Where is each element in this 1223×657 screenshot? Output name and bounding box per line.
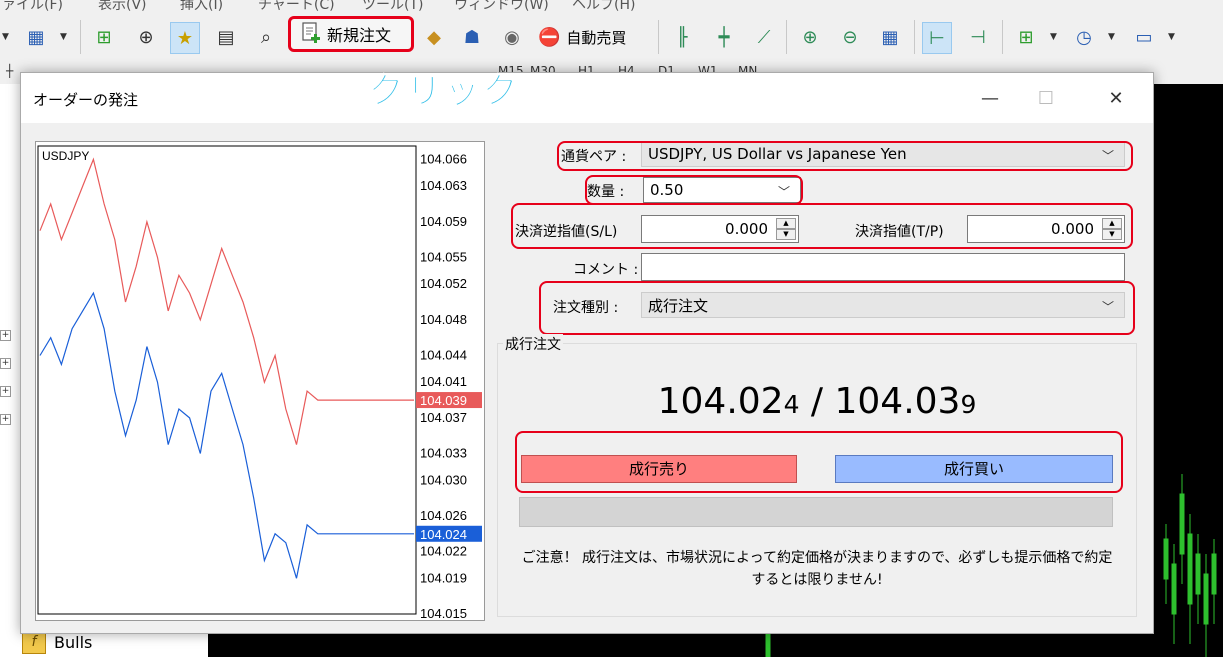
- new-order-icon: [301, 22, 321, 46]
- navigator-icon[interactable]: ▤: [212, 22, 240, 52]
- ask-price-last-digit: 9: [960, 390, 977, 419]
- navigator-item-label: Bulls: [54, 632, 93, 652]
- main-toolbar: ▼ ▦ ▼ ⊞ ⊕ ★ ▤ ⌕ 新規注文 ◆ ☗ ◉ ⛔ 自動売買 ╟ ┿ ⟋ …: [0, 14, 1223, 62]
- radio-icon[interactable]: ◉: [498, 22, 526, 52]
- y-tick-label: 104.048: [420, 312, 467, 327]
- chart-shift-icon[interactable]: ⊣: [964, 22, 992, 52]
- plot-frame: [37, 145, 417, 615]
- menu-bar: ァイル(F) 表示(V) 挿入(I) チャート(C) ツール(T) ウィンドウ(…: [0, 0, 1223, 12]
- tile-windows-icon[interactable]: ▦: [876, 22, 904, 52]
- price-separator: /: [799, 381, 835, 422]
- maximize-button[interactable]: ☐: [1023, 83, 1069, 113]
- close-button[interactable]: ✕: [1093, 83, 1139, 113]
- ask-price-tag: 104.039: [420, 393, 467, 408]
- highlight-box: [585, 175, 803, 205]
- chevron-down-icon[interactable]: ▼: [1050, 32, 1057, 42]
- y-tick-label: 104.022: [420, 544, 467, 559]
- menu-file[interactable]: ァイル(F): [2, 0, 63, 12]
- menu-view[interactable]: 表示(V): [98, 0, 147, 12]
- crosshair-icon[interactable]: ⊕: [132, 22, 160, 52]
- y-tick-label: 104.055: [420, 249, 467, 264]
- menu-tools[interactable]: ツール(T): [362, 0, 423, 12]
- zoom-in-icon[interactable]: ⊕: [796, 22, 824, 52]
- order-dialog: オーダーの発注 — ☐ ✕ USDJPY 104.066 104.063 104.05…: [20, 72, 1154, 634]
- y-tick-label: 104.026: [420, 508, 467, 523]
- new-order-button[interactable]: 新規注文: [288, 16, 414, 52]
- toolbar-separator: [1002, 20, 1003, 54]
- chevron-down-icon[interactable]: ▼: [60, 32, 67, 42]
- menu-help[interactable]: ヘルプ(H): [572, 0, 635, 12]
- candlestick-icon[interactable]: ┿: [710, 22, 738, 52]
- y-tick-label: 104.052: [420, 276, 467, 291]
- y-tick-label: 104.030: [420, 472, 467, 487]
- chart-symbol-label: USDJPY: [42, 149, 89, 163]
- y-tick-label: 104.019: [420, 570, 467, 585]
- toolbar-separator: [914, 20, 915, 54]
- y-tick-label: 104.063: [420, 178, 467, 193]
- auto-trading-button[interactable]: ⛔ 自動売買: [538, 22, 626, 52]
- auto-trading-icon: ⛔: [538, 26, 561, 48]
- highlight-box: [557, 141, 1133, 171]
- indicators-icon[interactable]: ⊞: [1012, 22, 1040, 52]
- favorites-icon[interactable]: ★: [170, 22, 200, 54]
- y-tick-label: 104.066: [420, 151, 467, 166]
- market-notice: ご注意！ 成行注文は、市場状況によって約定価格が決まりますので、必ずしも提示価格…: [521, 550, 1113, 588]
- auto-scroll-icon[interactable]: ⊢: [922, 22, 952, 54]
- highlight-box: [511, 203, 1133, 249]
- signals-icon[interactable]: ☗: [458, 22, 486, 52]
- y-tick-label: 104.044: [420, 347, 467, 362]
- y-tick-label: 104.059: [420, 214, 467, 229]
- dialog-title: オーダーの発注: [33, 91, 139, 109]
- cursor-icon[interactable]: ┼: [6, 64, 13, 78]
- highlight-box: [539, 281, 1135, 335]
- bid-price: 104.02: [657, 381, 784, 422]
- tick-chart-svg: USDJPY 104.066 104.063 104.059 104.055 104.05…: [37, 145, 482, 621]
- bar-chart-icon[interactable]: ╟: [668, 22, 696, 52]
- comment-input[interactable]: [641, 253, 1125, 281]
- chevron-down-icon[interactable]: ▼: [1168, 32, 1175, 42]
- market-group-title: 成行注文: [503, 334, 563, 354]
- zoom-out-icon[interactable]: ⊖: [836, 22, 864, 52]
- chevron-down-icon[interactable]: ▼: [2, 32, 9, 42]
- dialog-titlebar[interactable]: オーダーの発注 — ☐ ✕: [21, 73, 1153, 123]
- menu-insert[interactable]: 挿入(I): [180, 0, 223, 12]
- menu-chart[interactable]: チャート(C): [258, 0, 335, 12]
- tree-expand-icon[interactable]: +: [0, 386, 11, 397]
- eraser-icon[interactable]: ◆: [420, 22, 448, 52]
- highlight-box: [515, 431, 1123, 493]
- y-tick-label: 104.033: [420, 446, 467, 461]
- templates-icon[interactable]: ▭: [1130, 22, 1158, 52]
- ask-price: 104.03: [834, 381, 961, 422]
- y-tick-label: 104.015: [420, 606, 467, 620]
- auto-trading-label: 自動売買: [566, 28, 627, 47]
- y-tick-label: 104.037: [420, 410, 467, 425]
- minimize-button[interactable]: —: [967, 83, 1013, 113]
- bid-price-tag: 104.024: [420, 527, 467, 542]
- line-chart-icon[interactable]: ⟋: [750, 22, 778, 52]
- tick-chart: USDJPY 104.066 104.063 104.059 104.055 104.05…: [35, 141, 485, 621]
- toolbar-separator: [80, 20, 81, 54]
- execution-progress-bar: [519, 497, 1113, 527]
- toolbar-separator: [658, 20, 659, 54]
- strategy-tester-icon[interactable]: ⌕: [252, 22, 280, 52]
- profiles-icon[interactable]: ▦: [22, 22, 50, 52]
- tree-expand-icon[interactable]: +: [0, 414, 11, 425]
- price-quote: 104.024 / 104.039: [497, 381, 1137, 422]
- market-watch-icon[interactable]: ⊞: [90, 22, 118, 52]
- new-order-label: 新規注文: [327, 26, 392, 45]
- click-annotation: クリック: [367, 71, 521, 113]
- toolbar-separator: [786, 20, 787, 54]
- y-tick-label: 104.041: [420, 374, 467, 389]
- bid-price-last-digit: 4: [783, 390, 800, 419]
- menu-window[interactable]: ウィンドウ(W): [454, 0, 549, 12]
- tree-expand-icon[interactable]: +: [0, 358, 11, 369]
- comment-label: コメント :: [573, 262, 639, 278]
- periods-icon[interactable]: ◷: [1070, 22, 1098, 52]
- chevron-down-icon[interactable]: ▼: [1108, 32, 1115, 42]
- tree-expand-icon[interactable]: +: [0, 330, 11, 341]
